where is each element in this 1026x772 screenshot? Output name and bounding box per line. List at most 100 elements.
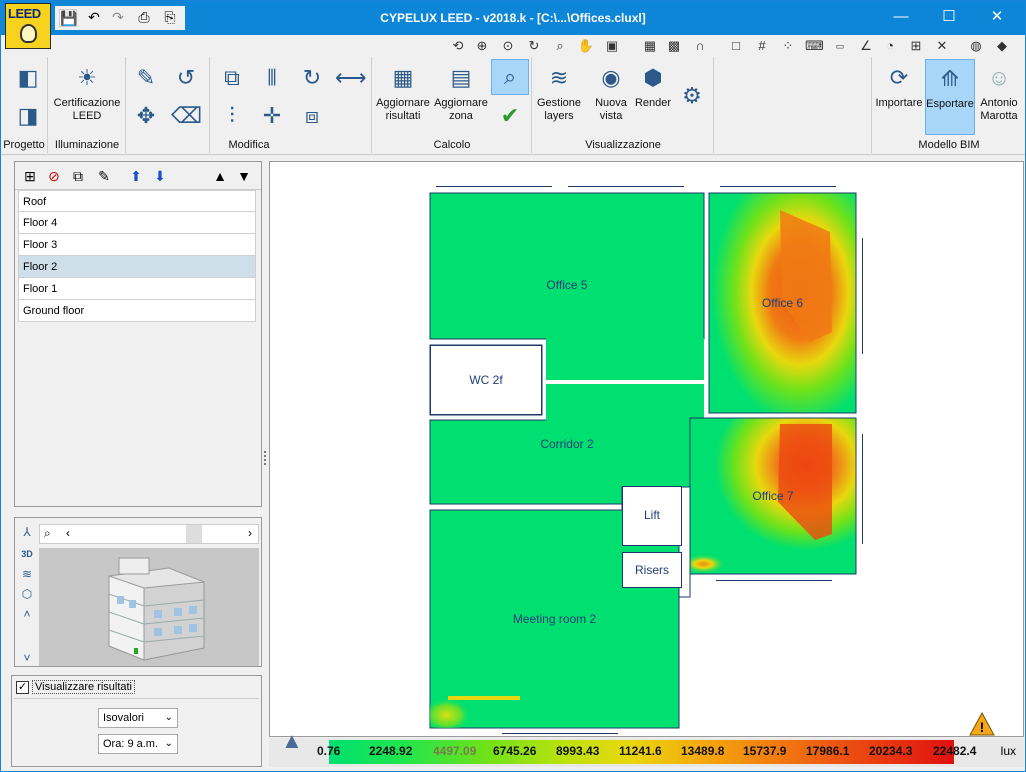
close-button[interactable]: ✕: [987, 7, 1007, 27]
capture-icon[interactable]: ▦: [641, 37, 659, 55]
maximize-button[interactable]: ☐: [939, 7, 959, 27]
room-label-office-7[interactable]: Office 7: [690, 489, 856, 503]
nuova-vista-button[interactable]: ◉ Nuova vista: [589, 63, 633, 123]
layers-view-icon[interactable]: ≋: [19, 566, 35, 582]
move-down-arrow-icon[interactable]: ⬇: [151, 167, 169, 185]
scrollbar-thumb[interactable]: [186, 525, 202, 543]
vertical-splitter[interactable]: [263, 161, 268, 767]
certificazione-leed-button[interactable]: ☀ Certificazione LEED: [51, 63, 123, 123]
pan-hand-icon[interactable]: ✋: [577, 37, 595, 55]
scroll-down-small-icon[interactable]: ˅: [19, 650, 35, 666]
orbit-icon[interactable]: ◔: [881, 37, 899, 55]
gestione-layers-button[interactable]: ≋ Gestione layers: [535, 63, 583, 123]
shield-cube-icon[interactable]: ⬡: [19, 586, 35, 602]
align-icon[interactable]: ⫶: [217, 101, 247, 131]
zoom-all-icon[interactable]: ⊕: [473, 37, 491, 55]
user-account-button[interactable]: ☺ Antonio Marotta: [977, 63, 1021, 123]
copy-icon[interactable]: ⧉: [217, 63, 247, 93]
zoom-window-icon[interactable]: ⌕: [551, 37, 569, 55]
zoom-small-icon[interactable]: ⌕: [44, 526, 51, 541]
preview-scrollbar[interactable]: ⌕ ‹ ›: [39, 524, 259, 544]
zoom-previous-icon[interactable]: ⟲: [449, 37, 467, 55]
settings-gear-icon[interactable]: ⚙: [677, 81, 707, 111]
layers-icon: ≋: [549, 65, 569, 90]
keyboard-icon[interactable]: ⌨: [805, 37, 824, 55]
render-button[interactable]: ⬢ Render: [633, 63, 673, 110]
scroll-down-icon[interactable]: ▼: [235, 167, 253, 185]
floor-item-floor-1[interactable]: Floor 1: [18, 278, 256, 300]
measure-icon[interactable]: ⟷: [335, 63, 367, 93]
scroll-up-small-icon[interactable]: ˄: [19, 606, 35, 622]
room-label-office-5[interactable]: Office 5: [430, 278, 704, 292]
aggiornare-risultati-button[interactable]: ▦ Aggiornare risultati: [375, 63, 431, 123]
room-label-lift[interactable]: Lift: [622, 508, 682, 522]
eraser-icon[interactable]: ⌫: [171, 101, 202, 131]
delete-floor-icon[interactable]: ⊘: [45, 167, 63, 185]
visualizzare-risultati-checkbox[interactable]: ✓: [16, 681, 29, 694]
chevron-down-icon: ⌄: [164, 738, 173, 749]
zoom-search-button[interactable]: ⌕: [491, 59, 529, 95]
room-label-corridor-2[interactable]: Corridor 2: [430, 437, 704, 451]
move-up-arrow-icon[interactable]: ⬆: [127, 167, 145, 185]
importare-button[interactable]: ⟳ Importare: [875, 63, 923, 110]
building-3d-view[interactable]: [39, 548, 259, 666]
zoom-extents-icon[interactable]: ⊙: [499, 37, 517, 55]
copy-floor-icon[interactable]: ⧉: [69, 167, 87, 185]
rotate-cw-icon[interactable]: ↻: [297, 63, 327, 93]
scroll-right-icon[interactable]: ›: [248, 526, 252, 540]
axes-icon[interactable]: ⅄: [19, 524, 35, 540]
view-3d-icon[interactable]: 3D: [19, 546, 35, 562]
rotate-icon[interactable]: ↺: [171, 63, 201, 93]
time-select[interactable]: Ora: 9 a.m. ⌄: [98, 734, 178, 754]
help-book-icon[interactable]: ◆: [993, 37, 1011, 55]
layers-stack-icon[interactable]: ⧈: [297, 101, 327, 131]
redraw-icon[interactable]: ↻: [525, 37, 543, 55]
move-icon[interactable]: ✥: [131, 101, 161, 131]
grid-icon[interactable]: ▩: [665, 37, 683, 55]
web-icon[interactable]: ◍: [967, 37, 985, 55]
scroll-up-icon[interactable]: ▲: [211, 167, 229, 185]
room-label-risers[interactable]: Risers: [622, 563, 682, 577]
floor-item-roof[interactable]: Roof: [18, 190, 256, 212]
tools-icon[interactable]: ✕: [933, 37, 951, 55]
point-snap-icon[interactable]: ⁘: [779, 37, 797, 55]
floor-item-floor-2[interactable]: Floor 2: [18, 256, 256, 278]
cube-icon: ⬢: [643, 65, 663, 90]
display-mode-select[interactable]: Isovalori ⌄: [98, 708, 178, 728]
add-floor-icon[interactable]: ⊞: [21, 167, 39, 185]
window-title: CYPELUX LEED - v2018.k - [C:\...\Offices…: [380, 11, 646, 25]
pencil-icon[interactable]: ✎: [131, 63, 161, 93]
floor-item-ground-floor[interactable]: Ground floor: [18, 300, 256, 322]
legend-value: 2248.92: [369, 744, 413, 758]
leed-logo[interactable]: LEED: [5, 3, 51, 49]
check-error-icon[interactable]: ✔: [495, 101, 525, 131]
mirror-icon[interactable]: ⫴: [257, 63, 287, 93]
dimension-icon[interactable]: ⊞: [907, 37, 925, 55]
floor-plan-canvas[interactable]: Office 5 Office 6 WC 2f Corridor 2 Offic…: [269, 161, 1024, 737]
scroll-left-icon[interactable]: ‹: [66, 526, 70, 540]
window-icon[interactable]: ▣: [603, 37, 621, 55]
project-icon[interactable]: ◧: [13, 63, 43, 93]
scale-icon[interactable]: ▭: [831, 37, 849, 55]
esportare-button[interactable]: ⟰ Esportare: [925, 59, 975, 135]
room-label-office-6[interactable]: Office 6: [709, 296, 856, 310]
group-label-calcolo: Calcolo: [433, 139, 471, 151]
group-label-visualizzazione: Visualizzazione: [585, 139, 661, 151]
minimize-button[interactable]: —: [891, 7, 911, 27]
move-cross-icon[interactable]: ✛: [257, 101, 287, 131]
floor-item-floor-4[interactable]: Floor 4: [18, 212, 256, 234]
magnet-icon[interactable]: ∩: [691, 37, 709, 55]
floor-item-floor-3[interactable]: Floor 3: [18, 234, 256, 256]
room-wc-2f[interactable]: [430, 345, 542, 415]
app-window: 💾 ↶ ↷ ⎙ ⎘ CYPELUX LEED - v2018.k - [C:\.…: [0, 0, 1026, 772]
aggiornare-zona-button[interactable]: ▤ Aggiornare zona: [433, 63, 489, 123]
magnifier-icon: ⌕: [503, 64, 517, 89]
rectangle-icon[interactable]: □: [727, 37, 745, 55]
title-bar: 💾 ↶ ↷ ⎙ ⎘ CYPELUX LEED - v2018.k - [C:\.…: [1, 1, 1025, 35]
project-new-icon[interactable]: ◨: [13, 101, 43, 131]
grid-snap-icon[interactable]: #: [753, 37, 771, 55]
room-label-meeting-room-2[interactable]: Meeting room 2: [430, 612, 679, 626]
warning-icon[interactable]: !: [969, 711, 995, 736]
edit-floor-icon[interactable]: ✎: [95, 167, 113, 185]
angle-icon[interactable]: ∠: [857, 37, 875, 55]
